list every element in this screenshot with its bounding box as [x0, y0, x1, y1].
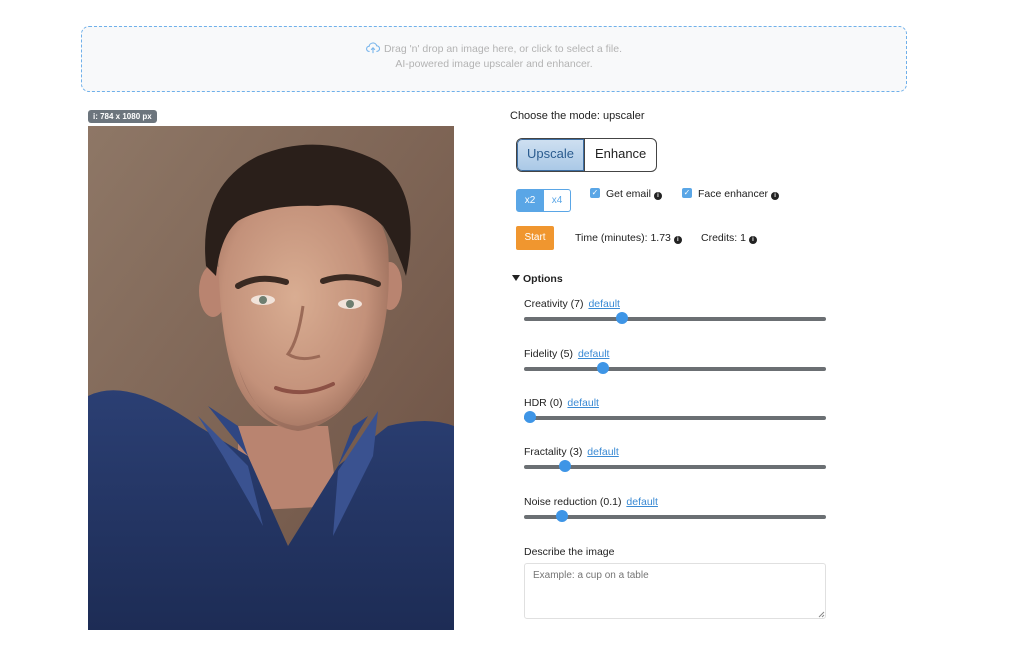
describe-label: Describe the image: [524, 546, 615, 558]
default-link[interactable]: default: [626, 496, 658, 508]
slider-label: Creativity (7): [524, 298, 584, 310]
scale-selector: x2 x4: [516, 189, 571, 212]
cloud-upload-icon: [366, 42, 380, 54]
face-enhancer-label: Face enhancer: [698, 188, 769, 200]
credits-display: Credits: 1i: [701, 232, 757, 244]
slider-label: Noise reduction (0.1): [524, 496, 622, 508]
slider-track[interactable]: [524, 416, 826, 420]
info-icon[interactable]: i: [653, 192, 662, 200]
mode-title: Choose the mode: upscaler: [510, 110, 645, 122]
face-enhancer-option: ✓ Face enhancer i: [682, 188, 780, 200]
slider-thumb[interactable]: [596, 362, 609, 374]
slider-fractality: Fractality (3) default: [524, 446, 826, 472]
slider-track[interactable]: [524, 515, 826, 519]
default-link[interactable]: default: [587, 446, 619, 458]
slider-hdr: HDR (0) default: [524, 397, 826, 423]
caret-down-icon: [512, 275, 520, 281]
slider-thumb[interactable]: [524, 411, 536, 423]
get-email-option: ✓ Get email i: [590, 188, 662, 200]
time-estimate: Time (minutes): 1.73 i: [575, 232, 682, 244]
mode-upscale-button[interactable]: Upscale: [517, 139, 585, 171]
info-icon[interactable]: i: [673, 236, 682, 244]
slider-noise-reduction: Noise reduction (0.1) default: [524, 496, 826, 522]
slider-label: Fidelity (5): [524, 348, 574, 360]
slider-track[interactable]: [524, 317, 826, 321]
scale-x2-button[interactable]: x2: [516, 189, 544, 212]
options-toggle[interactable]: Options: [512, 273, 563, 285]
resize-handle-icon[interactable]: [817, 610, 825, 618]
options-title: Options: [523, 273, 563, 285]
start-button[interactable]: Start: [516, 226, 554, 250]
info-icon[interactable]: i: [748, 236, 757, 244]
slider-thumb[interactable]: [558, 460, 571, 472]
describe-textarea[interactable]: [524, 563, 826, 619]
get-email-checkbox[interactable]: ✓: [590, 188, 600, 198]
dropzone-instruction: Drag 'n' drop an image here, or click to…: [383, 43, 623, 55]
credits-label: Credits: 1: [701, 232, 746, 244]
scale-x4-button[interactable]: x4: [544, 189, 571, 212]
slider-fidelity: Fidelity (5) default: [524, 348, 826, 374]
slider-label: Fractality (3): [524, 446, 583, 458]
mode-enhance-button[interactable]: Enhance: [585, 139, 656, 171]
get-email-label: Get email: [606, 188, 651, 200]
time-label: Time (minutes): 1.73: [575, 232, 671, 244]
uploaded-image-preview: [88, 126, 454, 630]
dropzone-subtitle: AI-powered image upscaler and enhancer.: [395, 58, 593, 70]
info-icon[interactable]: i: [771, 192, 780, 200]
default-link[interactable]: default: [567, 397, 599, 409]
slider-label: HDR (0): [524, 397, 563, 409]
image-dropzone[interactable]: Drag 'n' drop an image here, or click to…: [81, 26, 907, 92]
slider-track[interactable]: [524, 367, 826, 371]
slider-thumb[interactable]: [556, 510, 569, 522]
default-link[interactable]: default: [578, 348, 610, 360]
slider-creativity: Creativity (7) default: [524, 298, 826, 324]
default-link[interactable]: default: [588, 298, 620, 310]
image-resolution-badge: i: 784 x 1080 px: [88, 110, 157, 123]
slider-thumb[interactable]: [616, 312, 629, 324]
mode-selector: Upscale Enhance: [516, 138, 658, 172]
face-enhancer-checkbox[interactable]: ✓: [682, 188, 692, 198]
